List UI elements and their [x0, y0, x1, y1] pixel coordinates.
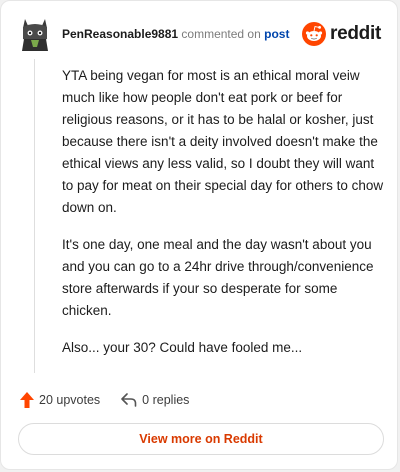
commented-on-text: commented on: [181, 27, 261, 41]
reply-count: 0 replies: [142, 393, 190, 407]
reply-button[interactable]: 0 replies: [120, 392, 189, 408]
upvote-count: 20 upvotes: [39, 393, 101, 407]
upvote-arrow-icon: [20, 392, 34, 408]
comment-header: PenReasonable9881 commented on post redd…: [17, 15, 381, 55]
comment-card: PenReasonable9881 commented on post redd…: [0, 0, 398, 470]
reddit-snoo-icon: [302, 22, 327, 46]
comment-paragraph: YTA being vegan for most is an ethical m…: [62, 68, 384, 215]
reddit-wordmark: reddit: [330, 23, 381, 44]
comment-paragraph: Also... your 30? Could have fooled me...: [62, 340, 303, 355]
comment-body: YTA being vegan for most is an ethical m…: [62, 65, 384, 374]
comment-meta: PenReasonable9881 commented on post: [62, 27, 289, 41]
avatar[interactable]: [17, 15, 53, 51]
reply-arrow-icon: [121, 393, 137, 407]
upvote-button[interactable]: 20 upvotes: [19, 391, 100, 409]
comment-paragraph: It's one day, one meal and the day wasn'…: [62, 237, 374, 318]
reddit-logo[interactable]: reddit: [302, 21, 381, 47]
view-more-button[interactable]: View more on Reddit: [18, 423, 384, 455]
comment-actions: 20 upvotes 0 replies: [19, 389, 209, 411]
thread-line: [34, 59, 35, 373]
username[interactable]: PenReasonable9881: [62, 27, 178, 41]
post-link[interactable]: post: [264, 27, 289, 41]
